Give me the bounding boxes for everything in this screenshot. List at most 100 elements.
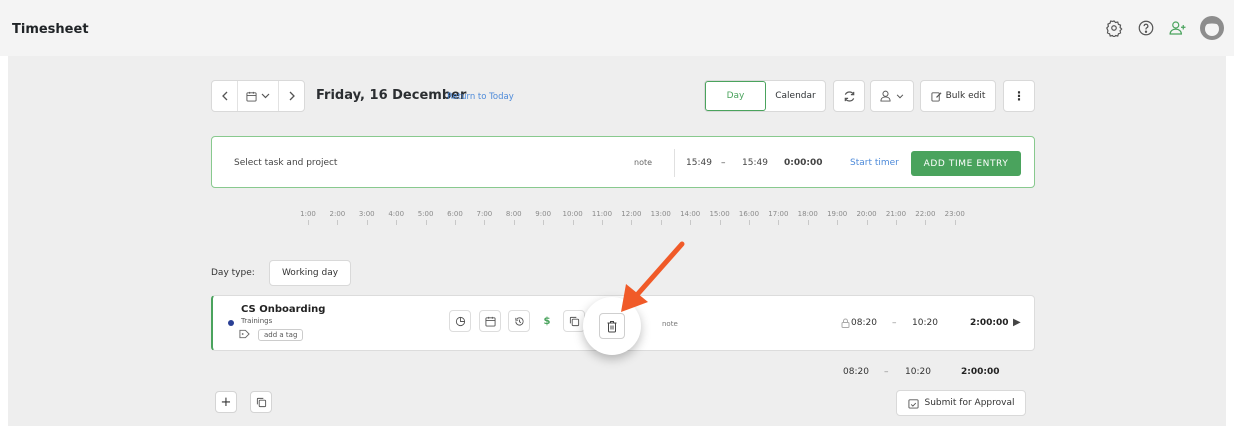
annotation-arrow-icon (621, 241, 685, 312)
add-time-entry-button[interactable]: ADD TIME ENTRY (911, 151, 1021, 176)
add-tag-button[interactable]: add a tag (258, 329, 304, 341)
copy-rows-button[interactable] (250, 391, 272, 413)
add-user-icon[interactable] (1168, 18, 1188, 38)
more-vertical-icon: ⋮ (1013, 89, 1025, 103)
user-avatar[interactable] (1200, 16, 1224, 40)
timeline-tick (807, 220, 809, 225)
timeline-tick (543, 220, 545, 225)
timeline-hour-label: 16:00 (738, 210, 760, 218)
entry-start-time[interactable]: 08:20 (851, 318, 877, 328)
date-picker-button[interactable] (237, 81, 279, 111)
timeline-tick (660, 220, 662, 225)
view-toggle: Day Calendar (704, 80, 826, 112)
billable-toggle[interactable]: $ (536, 310, 558, 332)
timeline-tick (513, 220, 515, 225)
task-name[interactable]: CS Onboarding (241, 304, 325, 315)
entry-duration[interactable]: 2:00:00 (970, 318, 1009, 328)
timeline-tick (866, 220, 868, 225)
page-title: Timesheet (12, 22, 89, 37)
task-project-select[interactable]: Select task and project (234, 158, 337, 168)
timeline-tick (954, 220, 956, 225)
timeline-tick (837, 220, 839, 225)
timeline-hour-label: 3:00 (358, 210, 375, 218)
start-timer-link[interactable]: Start timer (850, 158, 899, 168)
timeline-tick (925, 220, 927, 225)
timeline-hour-label: 18:00 (797, 210, 818, 218)
prev-day-button[interactable] (212, 81, 237, 111)
pie-chart-icon (455, 316, 465, 326)
timeline-tick (454, 220, 456, 225)
project-name[interactable]: Trainings (241, 317, 272, 325)
day-type-label: Day type: (211, 268, 255, 278)
calendar-icon (484, 316, 496, 327)
divider (674, 149, 675, 177)
play-icon[interactable]: ▶ (1013, 317, 1021, 328)
entry-end-time[interactable]: 10:20 (912, 318, 938, 328)
project-color-dot (228, 320, 234, 326)
user-filter-button[interactable] (870, 80, 914, 112)
timeline-tick (690, 220, 692, 225)
timeline-hour-label: 20:00 (856, 210, 877, 218)
copy-icon (256, 397, 266, 407)
bulk-edit-button[interactable]: Bulk edit (920, 80, 996, 112)
total-start-time: 08:20 (843, 367, 869, 377)
timeline-hour-label: 6:00 (447, 210, 463, 218)
timeline-tick (601, 220, 603, 225)
time-entry-bar: Select task and project note 15:49 – 15:… (211, 136, 1035, 188)
refresh-icon (844, 90, 854, 102)
timeline-hour-label: 4:00 (388, 210, 405, 218)
day-type-select[interactable]: Working day (269, 260, 351, 286)
chevron-down-icon (896, 93, 904, 98)
timeline-tick (484, 220, 486, 225)
timeline-tick (895, 220, 897, 225)
note-field[interactable]: note (634, 158, 652, 167)
tag-icon (239, 329, 250, 342)
timeline-hour-label: 11:00 (591, 210, 613, 218)
tab-calendar[interactable]: Calendar (766, 81, 825, 111)
top-bar: Timesheet (0, 0, 1234, 56)
calendar-icon (246, 91, 257, 102)
refresh-button[interactable] (833, 80, 865, 112)
timeline-hour-label: 10:00 (562, 210, 583, 218)
help-icon[interactable] (1136, 18, 1156, 38)
submit-for-approval-button[interactable]: Submit for Approval (896, 390, 1026, 416)
start-time-input[interactable]: 15:49 (686, 158, 712, 168)
more-options-button[interactable]: ⋮ (1003, 80, 1035, 112)
lock-icon (841, 318, 850, 331)
settings-gear-icon[interactable] (1104, 18, 1124, 38)
total-end-time: 10:20 (905, 367, 931, 377)
next-day-button[interactable] (279, 81, 304, 111)
timeline-hour-label: 19:00 (827, 210, 848, 218)
duplicate-action-button[interactable] (563, 310, 585, 332)
entry-note-field[interactable]: note (662, 320, 678, 328)
timeline-hour-label: 5:00 (417, 210, 434, 218)
timeline-tick (778, 220, 780, 225)
hour-timeline: 1:00 2:00 3:00 4:00 5:00 6:00 7:00 8:00 9:00 10:0… (296, 210, 965, 230)
submit-label: Submit for Approval (924, 398, 1015, 408)
timeline-hour-label: 23:00 (944, 210, 965, 218)
timeline-tick (748, 220, 750, 225)
timeline-hour-label: 12:00 (621, 210, 642, 218)
timeline-hour-label: 8:00 (505, 210, 522, 218)
dollar-icon: $ (543, 315, 551, 327)
plus-icon: + (220, 394, 232, 410)
history-action-button[interactable] (508, 310, 530, 332)
timeline-tick (366, 220, 368, 225)
user-icon (880, 90, 891, 102)
current-date: Friday, 16 December (316, 88, 467, 103)
chart-action-button[interactable] (449, 310, 471, 332)
history-icon (514, 316, 524, 326)
duration-input[interactable]: 0:00:00 (784, 158, 823, 168)
return-to-today-link[interactable]: Return to Today (447, 92, 514, 102)
add-row-button[interactable]: + (215, 391, 237, 413)
timeline-hour-label: 15:00 (709, 210, 730, 218)
bulk-edit-label: Bulk edit (945, 91, 986, 101)
chevron-left-icon (221, 91, 227, 101)
timeline-tick (337, 220, 339, 225)
date-navigator (211, 80, 305, 112)
end-time-input[interactable]: 15:49 (742, 158, 768, 168)
timeline-tick (396, 220, 398, 225)
date-action-button[interactable] (479, 310, 501, 332)
chevron-right-icon (289, 91, 295, 101)
tab-day[interactable]: Day (705, 81, 766, 111)
